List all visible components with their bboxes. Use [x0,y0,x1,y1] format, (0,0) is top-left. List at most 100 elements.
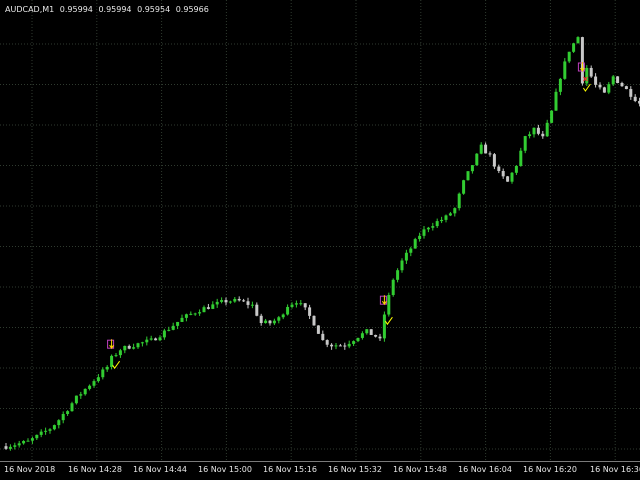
candle-bull [145,339,149,343]
candle-bull [70,403,74,412]
candle-bull [422,229,426,236]
candle-bull [79,394,83,396]
candle-bull [215,301,219,305]
candle-bull [294,303,298,305]
candle-bull [105,366,109,370]
signal-marker [577,62,591,92]
candle-bear [374,334,378,337]
candle-bear [325,340,329,345]
candle-bull [453,208,457,214]
candle-bull [470,165,474,172]
candle-bull [387,295,391,315]
candle-bull [48,429,52,431]
candle-bull [523,136,527,151]
candle-bull [347,343,351,347]
candle-bear [484,144,488,154]
candle-bull [250,304,254,306]
check-icon [112,360,121,370]
candle-bull [396,270,400,280]
candle-bear [541,133,545,137]
candle-bear [224,300,228,303]
candle-bull [356,337,360,342]
low-value: 0.95954 [137,5,171,14]
signal-markers [107,62,591,370]
x-tick-label: 16 Nov 16:04 [458,465,512,474]
candle-bull [118,350,122,356]
candle-bull [83,388,87,395]
candle-bull [198,312,202,314]
candle-bull [167,329,171,331]
candle-bull [176,321,180,326]
candle-bear [624,86,628,90]
candle-bull [39,431,43,435]
candle-bull [74,395,78,404]
candle-bull [448,213,452,216]
high-value: 0.95994 [98,5,132,14]
candle-bear [536,127,540,134]
candle-bear [501,170,505,177]
candle-bull [418,235,422,240]
open-value: 0.95994 [59,5,93,14]
candle-bear [580,37,584,84]
x-tick-label: 16 Nov 15:00 [198,465,252,474]
candle-bear [255,304,259,316]
candle-bear [242,300,246,302]
candle-bull [202,307,206,313]
candle-bull [440,219,444,222]
time-axis: 16 Nov 2018 16 Nov 14:28 16 Nov 14:44 16 No… [0,462,640,480]
candle-bull [532,127,536,135]
chart-window[interactable]: AUDCAD,M1 0.95994 0.95994 0.95954 0.9596… [0,0,640,480]
candle-bull [409,248,413,253]
candle-bear [321,333,325,341]
candle-bull [57,420,61,426]
candles [4,36,640,451]
candle-bull [466,171,470,181]
candle-bear [488,153,492,155]
candle-bear [602,87,606,93]
candle-bull [567,51,571,62]
candle-bull [572,43,576,52]
candle-bull [171,325,175,330]
candle-bull [158,337,162,341]
candle-bull [475,153,479,166]
candle-bull [413,239,417,249]
candle-bear [497,166,501,171]
candle-bull [52,425,56,430]
candle-bull [140,342,144,344]
candle-bull [162,330,166,338]
price-chart[interactable] [0,0,640,462]
candle-bear [127,345,131,349]
candle-bear [268,320,272,324]
candle-bear [237,298,241,301]
candle-bear [303,303,307,308]
candle-bull [61,413,65,421]
candle-bear [154,338,158,341]
candle-bull [189,313,193,315]
signal-marker [379,295,393,326]
candle-bull [277,317,281,321]
candle-bear [492,154,496,167]
candle-bull [272,320,276,324]
candle-bear [338,345,342,347]
candle-bull [88,385,92,389]
candle-bull [149,338,153,340]
candle-bull [611,76,615,85]
close-value: 0.95966 [175,5,209,14]
candle-bull [299,303,303,305]
candle-bear [312,315,316,326]
candle-bull [365,329,369,334]
candle-bull [281,314,285,318]
candle-bull [92,381,96,386]
candle-bull [101,369,105,378]
signal-marker [107,339,121,370]
candle-bull [193,313,197,315]
candle-bull [96,377,100,382]
candle-bull [233,298,237,302]
candle-bear [594,76,598,85]
candle-bear [316,325,320,334]
candle-bear [378,336,382,339]
candle-bull [404,252,408,261]
candle-bull [17,443,21,446]
x-tick-label: 16 Nov 16:20 [523,465,577,474]
candle-bull [400,260,404,271]
